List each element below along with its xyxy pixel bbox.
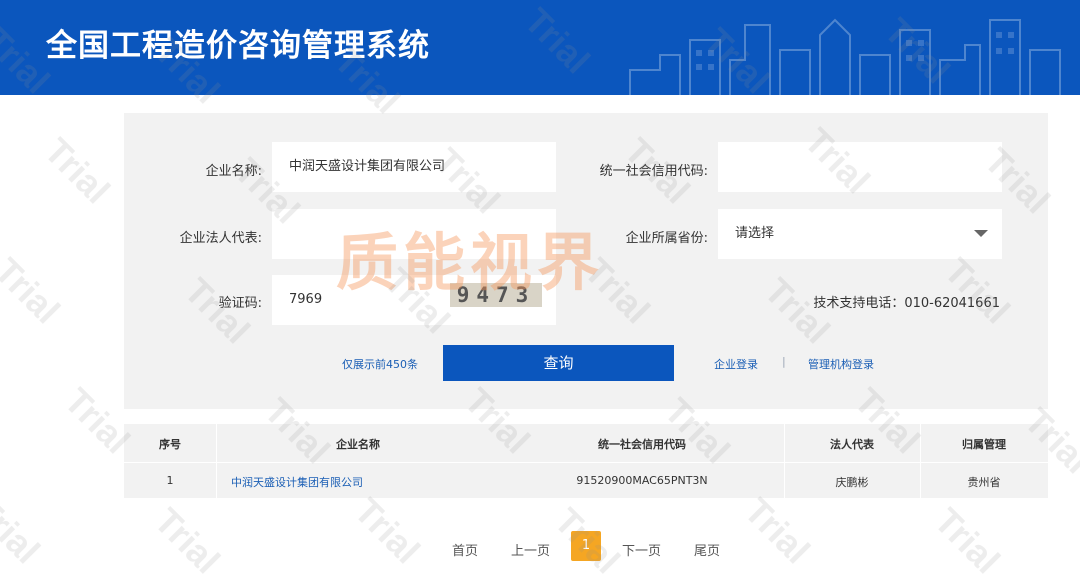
first-page-button[interactable]: 首页: [452, 540, 478, 559]
company-login-link[interactable]: 企业登录: [714, 356, 758, 372]
skyline-illustration: [629, 18, 1061, 95]
result-limit-note: 仅展示前450条: [342, 358, 418, 371]
trial-watermark-text: Trial: [926, 499, 1009, 582]
company-name-input[interactable]: 中润天盛设计集团有限公司: [272, 142, 556, 192]
app-title: 全国工程造价咨询管理系统: [46, 28, 430, 64]
results-table: 序号 企业名称 统一社会信用代码 法人代表 归属管理 1 中润天盛设计集团有限公…: [124, 424, 1048, 498]
company-name-label: 企业名称:: [205, 164, 262, 179]
trial-watermark-text: Trial: [146, 499, 229, 582]
prev-page-button[interactable]: 上一页: [511, 540, 550, 559]
tech-support-phone: 技术支持电话：010-62041661: [813, 296, 1000, 311]
agency-login-link[interactable]: 管理机构登录: [808, 356, 874, 372]
legal-rep-input[interactable]: [272, 209, 556, 259]
column-header-index: 序号: [159, 438, 181, 451]
trial-watermark-text: Trial: [736, 489, 819, 572]
next-page-button[interactable]: 下一页: [622, 540, 661, 559]
table-row-divider: [124, 462, 1048, 463]
captcha-label: 验证码:: [218, 296, 262, 311]
link-separator: |: [782, 355, 786, 368]
legal-rep-label: 企业法人代表:: [179, 231, 262, 246]
last-page-button[interactable]: 尾页: [694, 540, 720, 559]
app-header: 全国工程造价咨询管理系统: [0, 0, 1080, 95]
province-label: 企业所属省份:: [625, 231, 708, 246]
column-header-company: 企业名称: [336, 438, 380, 451]
cell-index: 1: [166, 474, 174, 487]
column-header-legal-rep: 法人代表: [830, 438, 874, 451]
cell-company-link[interactable]: 中润天盛设计集团有限公司: [231, 474, 363, 490]
column-header-credit-code: 统一社会信用代码: [598, 438, 686, 451]
province-selected-value: 请选择: [735, 226, 775, 241]
cell-credit-code: 91520900MAC65PNT3N: [576, 474, 708, 487]
province-select[interactable]: 请选择: [718, 209, 1002, 259]
column-header-jurisdiction: 归属管理: [962, 438, 1006, 451]
trial-watermark-text: Trial: [346, 489, 429, 572]
cell-jurisdiction: 贵州省: [967, 476, 1001, 489]
current-page-button[interactable]: 1: [571, 531, 601, 561]
query-button[interactable]: 查询: [443, 345, 674, 381]
trial-watermark-text: Trial: [0, 489, 49, 572]
trial-watermark-text: Trial: [36, 129, 119, 212]
credit-code-label: 统一社会信用代码:: [599, 164, 708, 179]
cell-legal-rep: 庆鹏彬: [835, 476, 869, 489]
captcha-image[interactable]: 9473: [450, 283, 542, 307]
chevron-down-icon: [974, 230, 988, 237]
credit-code-input[interactable]: [718, 142, 1002, 192]
trial-watermark-text: Trial: [0, 249, 69, 332]
